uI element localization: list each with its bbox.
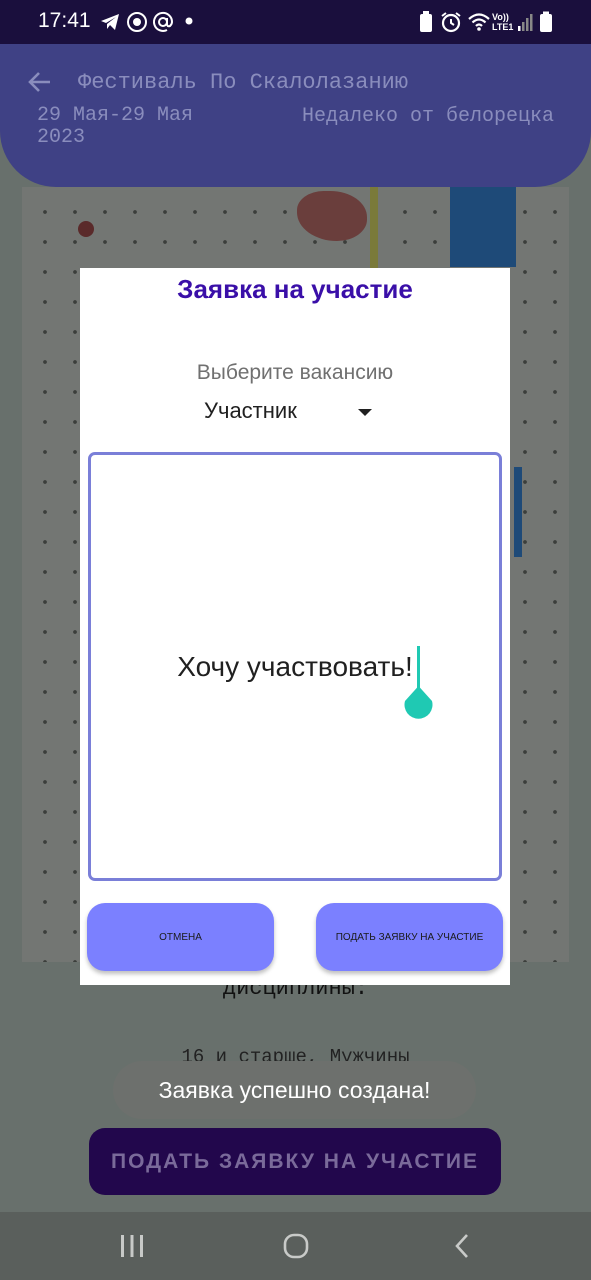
notification-dot-icon	[185, 17, 193, 25]
volte-lte-label: Vo)) LTE1	[492, 12, 514, 32]
status-time: 17:41	[38, 9, 91, 32]
status-bar: 17:41 Vo)) LTE1	[0, 0, 591, 44]
battery-icon	[540, 11, 552, 32]
home-icon[interactable]	[282, 1232, 310, 1260]
dropdown-caret-icon	[358, 409, 372, 416]
application-dialog: Заявка на участие Выберите вакансию Учас…	[80, 268, 510, 985]
at-sign-icon	[153, 11, 174, 32]
back-nav-icon[interactable]	[451, 1232, 475, 1260]
success-toast: Заявка успешно создана!	[113, 1061, 476, 1119]
fasi-sign	[450, 187, 516, 267]
apply-button: ПОДАТЬ ЗАЯВКУ НА УЧАСТИЕ	[89, 1128, 501, 1195]
message-text: Хочу участвовать!	[177, 651, 413, 682]
event-header: Фестиваль По Скалолазанию 29 Мая-29 Мая …	[0, 44, 591, 187]
recent-apps-icon[interactable]	[119, 1232, 145, 1260]
telegram-icon	[101, 14, 119, 30]
battery-saver-icon	[420, 11, 432, 32]
event-title: Фестиваль По Скалолазанию	[78, 70, 409, 95]
climbing-hold-large	[297, 191, 367, 241]
dialog-title: Заявка на участие	[177, 274, 413, 304]
vpn-icon	[127, 12, 147, 32]
yellow-pole	[370, 187, 378, 277]
event-location: Недалеко от белорецка	[301, 105, 554, 128]
signal-icon	[518, 14, 533, 31]
vacancy-label: Выберите вакансию	[196, 361, 394, 384]
back-arrow-icon[interactable]	[26, 68, 54, 96]
blue-banner	[514, 467, 522, 557]
text-cursor-handle-icon[interactable]	[396, 646, 436, 722]
wifi-icon	[468, 13, 490, 31]
event-dates: 29 Мая-29 Мая 2023	[37, 104, 194, 149]
vacancy-selected-value: Участник	[204, 398, 297, 423]
climbing-hold	[78, 221, 94, 237]
submit-application-button[interactable]: подать заявку на участие	[316, 903, 503, 971]
alarm-icon	[441, 12, 461, 33]
navigation-bar	[0, 1212, 591, 1280]
cancel-button[interactable]: отмена	[87, 903, 274, 971]
message-textarea[interactable]: Хочу участвовать!	[88, 452, 502, 881]
vacancy-select[interactable]: Участник	[204, 398, 384, 428]
